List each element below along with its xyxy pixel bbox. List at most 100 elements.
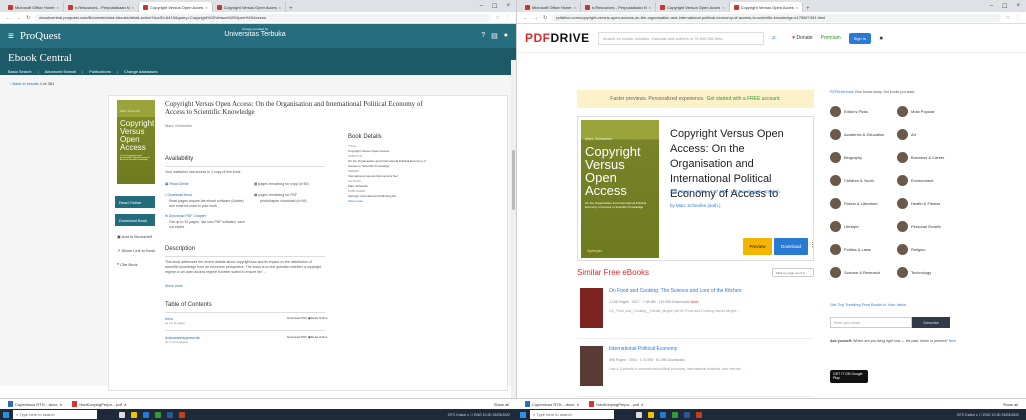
category-academic[interactable]: Academic & Education bbox=[830, 129, 884, 140]
category-politics[interactable]: Politics & Laws bbox=[830, 244, 871, 255]
category-biography[interactable]: Biography bbox=[830, 152, 862, 163]
preview-button[interactable]: Preview bbox=[743, 238, 772, 255]
category-science[interactable]: Science & Research bbox=[830, 267, 880, 278]
close-tab-icon[interactable]: × bbox=[796, 5, 798, 10]
sign-in-button[interactable]: Sign In bbox=[848, 32, 872, 44]
close-tab-icon[interactable]: × bbox=[722, 5, 724, 10]
close-tab-icon[interactable]: × bbox=[279, 5, 281, 10]
back-arrow-icon[interactable]: ← bbox=[6, 15, 11, 21]
proquest-logo[interactable]: ProQuest bbox=[20, 30, 61, 42]
word-icon[interactable] bbox=[167, 411, 173, 418]
category-fiction[interactable]: Fiction & Literature bbox=[830, 198, 878, 209]
minimize-icon[interactable]: – bbox=[990, 3, 993, 10]
forward-arrow-icon[interactable]: → bbox=[16, 15, 21, 21]
powerpoint-icon[interactable] bbox=[179, 411, 185, 418]
close-tab-icon[interactable]: × bbox=[205, 5, 207, 10]
reload-icon[interactable]: ↻ bbox=[26, 15, 30, 21]
windows-start-icon[interactable] bbox=[520, 411, 526, 418]
book-cover[interactable]: Marc Scheufen Copyright Versus Open Acce… bbox=[117, 100, 155, 184]
user-icon[interactable]: ● bbox=[879, 35, 883, 42]
browser-tab[interactable]: Copyright Versus Open Acces × bbox=[656, 2, 730, 12]
promo-cta-link[interactable]: Get started with a FREE account. bbox=[707, 96, 781, 102]
toc-download-pdf[interactable]: Download PDF bbox=[287, 316, 307, 320]
google-play-badge[interactable]: GET IT ON Google Play bbox=[830, 370, 868, 383]
book-author[interactable]: Marc Scheufen bbox=[165, 123, 192, 128]
file-explorer-icon[interactable] bbox=[131, 411, 137, 418]
donate-link[interactable]: ♥ Donate bbox=[792, 35, 812, 41]
category-most-popular[interactable]: Most Popular bbox=[897, 106, 935, 117]
download-pdf-chapter[interactable]: ⊕ Download PDF Chapter bbox=[165, 214, 206, 219]
close-tab-icon[interactable]: × bbox=[57, 5, 59, 10]
maximize-icon[interactable]: ☐ bbox=[492, 3, 497, 10]
task-view-icon[interactable] bbox=[119, 411, 125, 418]
download-book-button[interactable]: Download Book bbox=[115, 214, 155, 226]
nav-change-databases[interactable]: Change databases bbox=[117, 69, 158, 74]
back-arrow-icon[interactable]: ← bbox=[523, 15, 528, 21]
browser-tab[interactable]: e-Resources - Perpustakaan N × bbox=[64, 2, 140, 12]
file-explorer-icon[interactable] bbox=[648, 411, 654, 418]
ask-next-link[interactable]: Next bbox=[949, 339, 956, 343]
nav-basic-search[interactable]: Basic Search bbox=[8, 69, 32, 74]
browser-tab-active[interactable]: Copyright Versus Open Acces × bbox=[139, 2, 213, 12]
download-item[interactable]: HanKonyingPerpu....pdf ∧ bbox=[589, 401, 644, 407]
toc-read-online[interactable]: Read Online bbox=[311, 335, 328, 339]
edge-icon[interactable] bbox=[660, 411, 666, 418]
category-children[interactable]: Children & Youth bbox=[830, 175, 874, 186]
browser-tab-active[interactable]: Copyright Versus Open Acces × bbox=[729, 2, 804, 12]
book-thumbnail[interactable] bbox=[580, 288, 603, 328]
category-business[interactable]: Business & Career bbox=[897, 152, 944, 163]
download-button[interactable]: Download bbox=[774, 238, 808, 255]
availability-read-online[interactable]: ▣ Read Online bbox=[165, 182, 189, 187]
category-personal-growth[interactable]: Personal Growth bbox=[897, 221, 941, 232]
pdfdrive-logo[interactable]: PDFDRIVE bbox=[525, 31, 590, 45]
word-icon[interactable] bbox=[684, 411, 690, 418]
download-item[interactable]: Copernicus RTH....docx ∧ bbox=[525, 401, 579, 407]
close-tab-icon[interactable]: × bbox=[132, 5, 134, 10]
close-tab-icon[interactable]: × bbox=[574, 5, 576, 10]
toc-download-pdf[interactable]: Download PDF bbox=[287, 335, 307, 339]
premium-link[interactable]: Premium bbox=[821, 35, 841, 41]
category-art[interactable]: Art bbox=[897, 129, 916, 140]
cite-book-link[interactable]: ❝ Cite Book bbox=[117, 262, 138, 267]
maximize-icon[interactable]: ☐ bbox=[1002, 3, 1007, 10]
close-tab-icon[interactable]: × bbox=[649, 5, 651, 10]
category-health[interactable]: Health & Fitness bbox=[897, 198, 940, 209]
url-input[interactable]: ebookcentral.proquest.com/lib/univterbuk… bbox=[35, 13, 491, 22]
similar-title[interactable]: On Food and Cooking: The Science and Lor… bbox=[609, 288, 742, 294]
taskbar-search[interactable]: ⌕ Type here to search bbox=[530, 410, 614, 419]
list-item[interactable]: International Political Economy 496 Page… bbox=[577, 343, 814, 397]
subscribe-button[interactable]: Subscribe bbox=[912, 317, 950, 328]
description-show-more[interactable]: Show more bbox=[165, 284, 183, 289]
toc-row[interactable]: Acknowledgements pp v-vii (2 pages) Down… bbox=[165, 335, 328, 344]
back-to-results-link[interactable]: ‹ Back to results bbox=[10, 81, 39, 86]
browser-tab[interactable]: Copyright Versus Open Acces × bbox=[213, 2, 287, 12]
scrollbar-thumb[interactable] bbox=[512, 150, 515, 210]
browser-tab[interactable]: Microsoft Office Home × bbox=[4, 2, 64, 12]
search-input[interactable]: Search for books, tutorials, manuals and… bbox=[597, 31, 764, 45]
book-thumbnail[interactable] bbox=[580, 346, 603, 386]
new-tab-button[interactable]: + bbox=[286, 6, 296, 12]
task-view-icon[interactable] bbox=[636, 411, 642, 418]
show-all-button[interactable]: Show all bbox=[1003, 402, 1018, 407]
similar-title[interactable]: International Political Economy bbox=[609, 346, 677, 352]
browser-tab[interactable]: Microsoft Office Home × bbox=[521, 2, 581, 12]
page-scrollbar[interactable] bbox=[511, 60, 516, 398]
show-all-button[interactable]: Show all bbox=[494, 402, 509, 407]
taskbar-search[interactable]: ⌕ Type here to search bbox=[13, 410, 97, 419]
minimize-icon[interactable]: – bbox=[480, 3, 483, 10]
email-field[interactable]: Enter your email bbox=[830, 317, 912, 328]
user-icon[interactable]: ● bbox=[504, 32, 508, 40]
category-editors-picks[interactable]: Editor's Picks bbox=[830, 106, 868, 117]
help-icon[interactable]: ? bbox=[481, 32, 485, 40]
book-author-link[interactable]: by Marc Scheufen (auth.) bbox=[670, 203, 721, 208]
toc-row[interactable]: Intro pp i-iv (1 page) Download PDF ▣Rea… bbox=[165, 316, 328, 325]
browser-tab[interactable]: e-Resources - Perpustakaan N × bbox=[581, 2, 657, 12]
category-technology[interactable]: Technology bbox=[897, 267, 931, 278]
windows-start-icon[interactable] bbox=[3, 411, 9, 418]
powerpoint-icon[interactable] bbox=[696, 411, 702, 418]
details-show-more[interactable]: Show more bbox=[348, 199, 428, 204]
add-to-bookshelf-link[interactable]: ▣ Add to Bookshelf bbox=[117, 234, 152, 239]
menu-dots-icon[interactable]: ⋮ bbox=[505, 15, 510, 21]
chrome-icon[interactable] bbox=[672, 411, 678, 418]
page-count-filter[interactable]: Filter by page count ▾ bbox=[772, 268, 814, 277]
